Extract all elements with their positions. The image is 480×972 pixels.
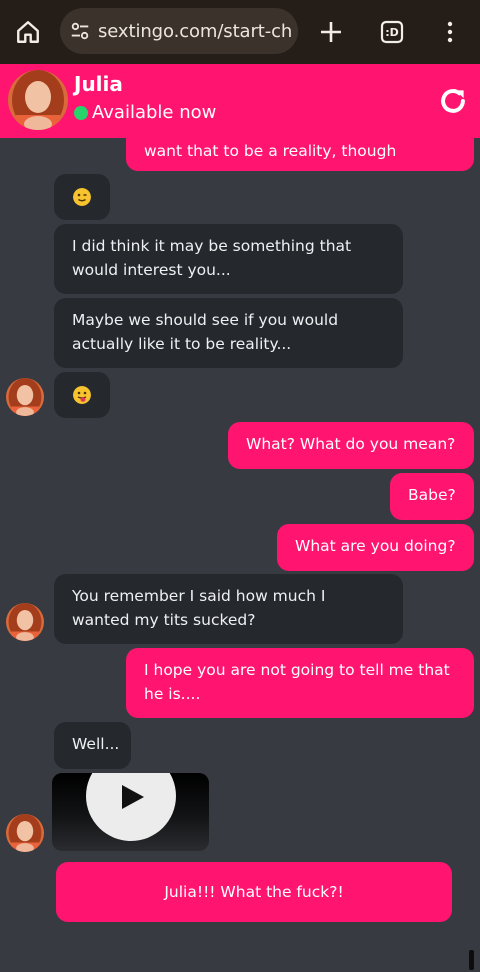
wink-emoji-icon	[73, 188, 91, 206]
refresh-icon	[441, 89, 465, 113]
online-status: Available now	[74, 102, 216, 123]
message-outgoing: I hope you are not going to tell me that…	[126, 648, 474, 718]
avatar[interactable]	[6, 814, 44, 852]
video-message[interactable]	[52, 773, 209, 851]
tab-switcher-button[interactable]: :D	[372, 10, 412, 54]
message-outgoing: What? What do you mean?	[228, 422, 474, 469]
message-incoming	[54, 174, 110, 220]
status-text: Available now	[92, 102, 217, 123]
avatar[interactable]	[6, 603, 44, 641]
tune-icon[interactable]	[68, 19, 92, 43]
message-outgoing: want that to be a reality, though	[126, 135, 474, 171]
avatar[interactable]	[6, 378, 44, 416]
message-composer[interactable]: Julia!!! What the fuck?!	[56, 862, 452, 922]
message-incoming: I did think it may be something that wou…	[54, 224, 403, 294]
message-outgoing: What are you doing?	[277, 524, 474, 571]
scrollbar[interactable]	[469, 950, 474, 970]
url-text[interactable]: sextingo.com/start-ch	[98, 21, 292, 42]
composer-text: Julia!!! What the fuck?!	[164, 883, 344, 901]
play-icon[interactable]	[86, 773, 176, 841]
online-dot-icon	[74, 105, 88, 120]
tongue-emoji-icon	[73, 386, 91, 404]
contact-name: Julia	[74, 72, 123, 96]
address-bar[interactable]: sextingo.com/start-ch	[60, 8, 298, 54]
message-outgoing: Babe?	[390, 473, 474, 520]
refresh-button[interactable]	[436, 84, 470, 118]
message-incoming	[54, 372, 110, 418]
message-incoming: You remember I said how much I wanted my…	[54, 574, 403, 644]
chat-header: Julia Available now	[0, 64, 480, 138]
avatar[interactable]	[8, 70, 68, 130]
home-button[interactable]	[8, 10, 48, 54]
message-incoming: Well...	[54, 722, 131, 769]
tab-count: :D	[385, 25, 399, 39]
plus-icon	[321, 22, 341, 42]
menu-button[interactable]	[430, 10, 470, 54]
home-icon	[17, 21, 39, 43]
new-tab-button[interactable]	[311, 10, 351, 54]
more-vert-icon	[447, 21, 453, 43]
message-incoming: Maybe we should see if you would actuall…	[54, 298, 403, 368]
browser-toolbar: sextingo.com/start-ch :D	[0, 0, 480, 64]
